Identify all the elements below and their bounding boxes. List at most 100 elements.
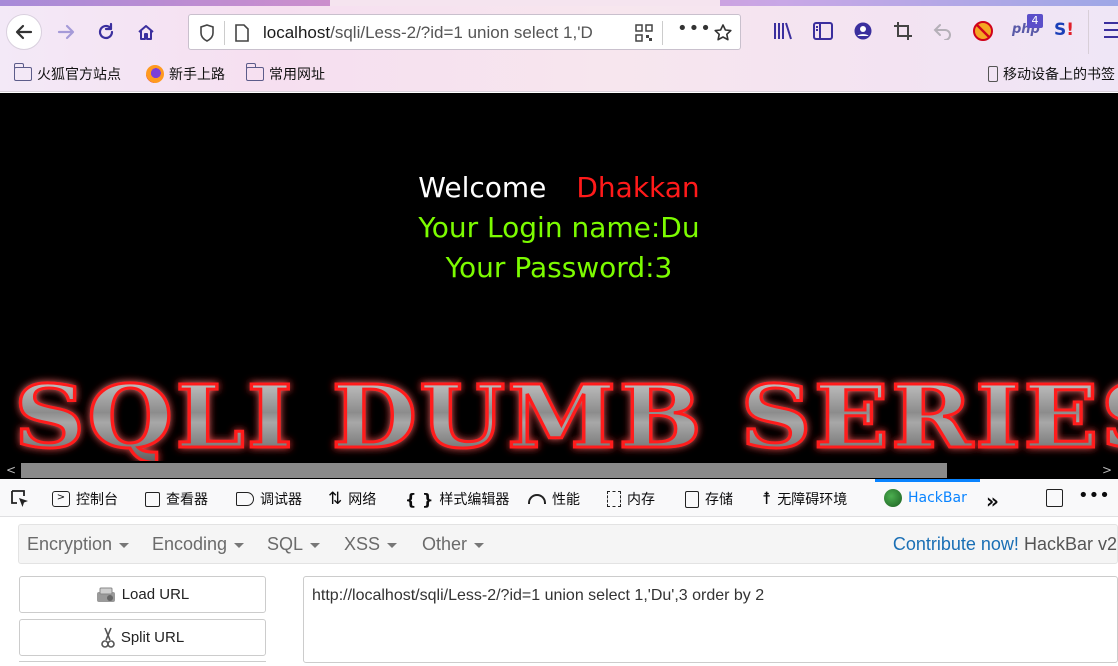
url-path: /sqli/Less-2/?id=1 union select 1,'D bbox=[330, 23, 593, 42]
responsive-design-icon bbox=[1046, 489, 1063, 507]
horizontal-scrollbar[interactable]: < > bbox=[0, 462, 1118, 479]
tab-label: 存储 bbox=[705, 492, 733, 508]
tab-label: 调试器 bbox=[260, 492, 302, 508]
bookmark-label: 移动设备上的书签 bbox=[1003, 67, 1115, 83]
caret-down-icon bbox=[119, 542, 130, 548]
braces-icon: { } bbox=[405, 489, 434, 509]
caret-down-icon bbox=[310, 542, 321, 548]
tab-network[interactable]: ⇅ 网络 bbox=[328, 489, 376, 509]
caret-down-icon bbox=[474, 542, 485, 548]
library-icon[interactable] bbox=[772, 20, 794, 42]
more-options-icon: ••• bbox=[1078, 485, 1110, 506]
toolbar-divider bbox=[1088, 10, 1089, 54]
welcome-line: Welcome Dhakkan bbox=[0, 171, 1118, 204]
login-name-line: Your Login name:Du bbox=[418, 211, 700, 244]
tab-debugger[interactable]: 调试器 bbox=[236, 489, 302, 509]
welcome-name: Dhakkan bbox=[576, 171, 700, 204]
account-icon[interactable] bbox=[852, 20, 874, 42]
accessibility-icon: ☨ bbox=[762, 489, 772, 509]
password-line: Your Password:3 bbox=[445, 251, 673, 284]
url-text[interactable]: localhost/sqli/Less-2/?id=1 union select… bbox=[263, 23, 633, 43]
welcome-label: Welcome bbox=[418, 171, 547, 204]
reload-icon bbox=[98, 22, 114, 40]
scissors-icon bbox=[101, 627, 115, 648]
bookmark-star-icon[interactable] bbox=[713, 23, 733, 43]
element-picker-icon bbox=[11, 490, 28, 507]
hackbar-url-textarea[interactable]: http://localhost/sqli/Less-2/?id=1 union… bbox=[303, 576, 1118, 663]
tab-performance[interactable]: 性能 bbox=[528, 489, 580, 509]
back-button[interactable] bbox=[6, 14, 42, 50]
folder-icon bbox=[13, 63, 32, 81]
bookmark-label: 火狐官方站点 bbox=[37, 67, 121, 83]
qr-code-icon[interactable] bbox=[635, 24, 653, 42]
hackbar-menu: Encryption Encoding SQL XSS Other Contri… bbox=[18, 524, 1118, 564]
home-icon bbox=[138, 25, 154, 40]
browser-toolbar: localhost/sqli/Less-2/?id=1 union select… bbox=[0, 0, 1118, 92]
contribute-link[interactable]: Contribute now! bbox=[893, 534, 1019, 554]
tab-console[interactable]: > 控制台 bbox=[52, 489, 118, 509]
devtools-tabbar: > 控制台 查看器 调试器 ⇅ 网络 { } 样式编辑器 性能 内存 存储 ☨ 无障碍环… bbox=[0, 479, 1118, 517]
tab-label: HackBar bbox=[908, 490, 967, 506]
gauge-icon bbox=[528, 494, 546, 504]
forward-arrow-icon bbox=[57, 24, 75, 40]
load-url-button[interactable]: Load URL bbox=[19, 576, 266, 613]
tab-inspector[interactable]: 查看器 bbox=[145, 489, 208, 509]
s-extension-icon[interactable]: S! bbox=[1054, 20, 1074, 40]
menu-label: Encoding bbox=[152, 534, 228, 554]
tab-style-editor[interactable]: { } 样式编辑器 bbox=[405, 489, 509, 509]
tab-label: 网络 bbox=[348, 492, 377, 508]
sidebar-icon[interactable] bbox=[812, 20, 834, 42]
block-extension-icon[interactable] bbox=[972, 20, 994, 42]
menu-label: SQL bbox=[267, 534, 304, 554]
hackbar-icon bbox=[884, 489, 902, 507]
menu-xss[interactable]: XSS bbox=[344, 534, 398, 555]
bookmark-common-sites[interactable]: 常用网址 bbox=[245, 63, 325, 84]
tab-label: 样式编辑器 bbox=[439, 492, 510, 508]
menu-sql[interactable]: SQL bbox=[267, 534, 321, 555]
devtools-menu-button[interactable]: ••• bbox=[1078, 485, 1110, 506]
crop-screenshot-icon[interactable] bbox=[892, 20, 914, 42]
undo-icon[interactable] bbox=[932, 20, 954, 42]
responsive-design-button[interactable] bbox=[1046, 489, 1063, 507]
page-icon[interactable] bbox=[235, 24, 249, 42]
scroll-right-icon[interactable]: > bbox=[1102, 463, 1112, 477]
sqli-dumb-series-banner: SQLI DUMB SERIES bbox=[13, 366, 1118, 462]
shield-icon[interactable] bbox=[199, 24, 215, 42]
tab-strip bbox=[0, 0, 1118, 6]
banner-text: SQLI DUMB SERIES bbox=[14, 367, 1118, 461]
next-button-edge bbox=[19, 661, 266, 666]
bookmark-getting-started[interactable]: 新手上路 bbox=[146, 64, 225, 84]
php-badge: 4 bbox=[1027, 14, 1043, 28]
split-url-button[interactable]: Split URL bbox=[19, 619, 266, 656]
back-arrow-icon bbox=[15, 24, 33, 40]
scroll-left-icon[interactable]: < bbox=[6, 463, 16, 477]
url-bar[interactable]: localhost/sqli/Less-2/?id=1 union select… bbox=[188, 14, 741, 50]
menu-other[interactable]: Other bbox=[422, 534, 485, 555]
more-tabs-button[interactable]: » bbox=[986, 489, 999, 513]
reload-button[interactable] bbox=[88, 14, 124, 50]
tab-memory[interactable]: 内存 bbox=[607, 489, 655, 509]
menu-label: Other bbox=[422, 534, 468, 554]
menu-icon[interactable] bbox=[1104, 22, 1118, 38]
page-actions-icon[interactable]: ••• bbox=[677, 18, 712, 39]
menu-encoding[interactable]: Encoding bbox=[152, 534, 245, 555]
url-host: localhost bbox=[263, 23, 331, 42]
tab-storage[interactable]: 存储 bbox=[685, 489, 733, 509]
home-button[interactable] bbox=[128, 14, 164, 50]
active-tab[interactable] bbox=[330, 0, 720, 6]
menu-encryption[interactable]: Encryption bbox=[27, 534, 130, 555]
element-picker-button[interactable] bbox=[10, 489, 30, 509]
bookmark-mobile[interactable]: 移动设备上的书签 bbox=[988, 64, 1115, 84]
bookmark-firefox-official[interactable]: 火狐官方站点 bbox=[13, 63, 121, 84]
tab-hackbar[interactable]: HackBar bbox=[884, 489, 967, 507]
tab-accessibility[interactable]: ☨ 无障碍环境 bbox=[762, 489, 847, 509]
storage-icon bbox=[685, 490, 699, 508]
browser-window: localhost/sqli/Less-2/?id=1 union select… bbox=[0, 0, 1118, 666]
contribute-area: Contribute now! HackBar v2 bbox=[893, 534, 1117, 555]
menu-label: XSS bbox=[344, 534, 381, 554]
forward-button[interactable] bbox=[48, 14, 84, 50]
menu-label: Encryption bbox=[27, 534, 113, 554]
scrollbar-thumb[interactable] bbox=[21, 463, 947, 478]
tab-label: 无障碍环境 bbox=[777, 492, 848, 508]
tab-label: 控制台 bbox=[76, 492, 118, 508]
